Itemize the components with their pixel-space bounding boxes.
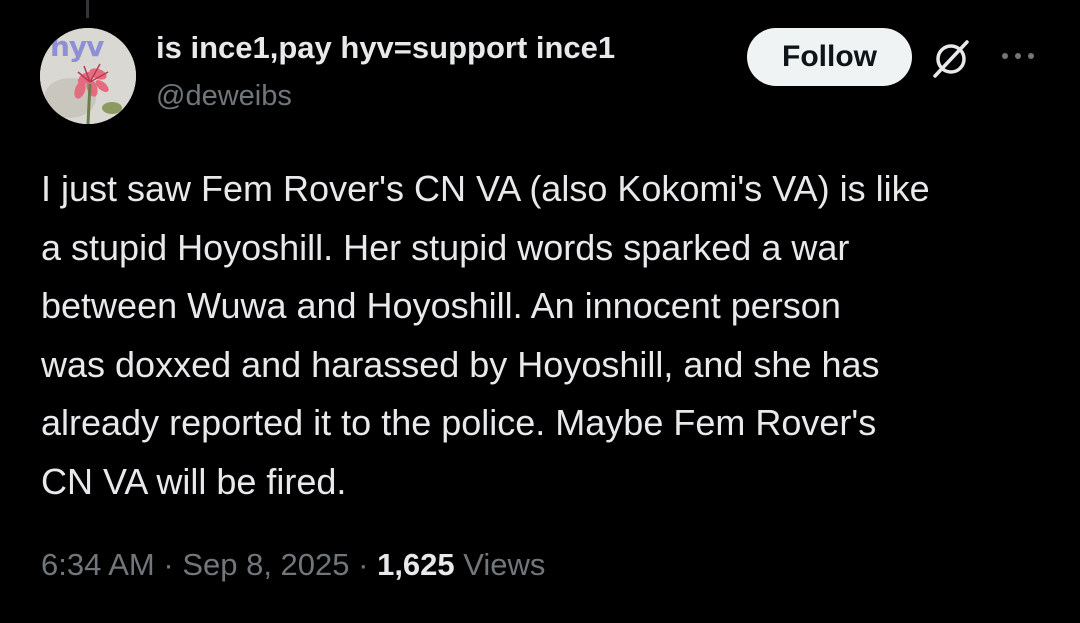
user-display-name[interactable]: is ince1,pay hyv=support ince1 [156, 30, 615, 66]
post-text-line: CN VA will be fired. [41, 460, 347, 502]
post-text-line: already reported it to the police. Maybe… [41, 402, 877, 443]
avatar-text: hyv [50, 30, 104, 63]
meta-separator: · [349, 547, 378, 582]
post-text-line: was doxxed and harassed by Hoyoshill, an… [41, 343, 880, 385]
post-text-line: I just saw Fem Rover's CN VA (also Kokom… [41, 168, 930, 209]
post-text-line: between Wuwa and Hoyoshill. An innocent … [41, 285, 841, 326]
post-text: I just saw Fem Rover's CN VA (also Kokom… [41, 160, 1051, 511]
user-handle[interactable]: @deweibs [156, 80, 292, 113]
post-metadata: 6:34 AM · Sep 8, 2025 · 1,625 Views [41, 547, 545, 583]
follow-button[interactable]: Follow [747, 28, 912, 86]
views-count: 1,625 [377, 547, 455, 582]
post-time[interactable]: 6:34 AM [41, 547, 155, 582]
grok-icon[interactable] [930, 38, 972, 80]
thread-connector-line [86, 0, 89, 18]
more-options-icon[interactable] [998, 46, 1038, 66]
post-date[interactable]: Sep 8, 2025 [182, 547, 349, 582]
post-text-line: a stupid Hoyoshill. Her stupid words spa… [41, 226, 850, 268]
meta-separator: · [154, 547, 183, 582]
avatar[interactable]: hyv [40, 28, 136, 124]
views-label: Views [454, 547, 546, 582]
